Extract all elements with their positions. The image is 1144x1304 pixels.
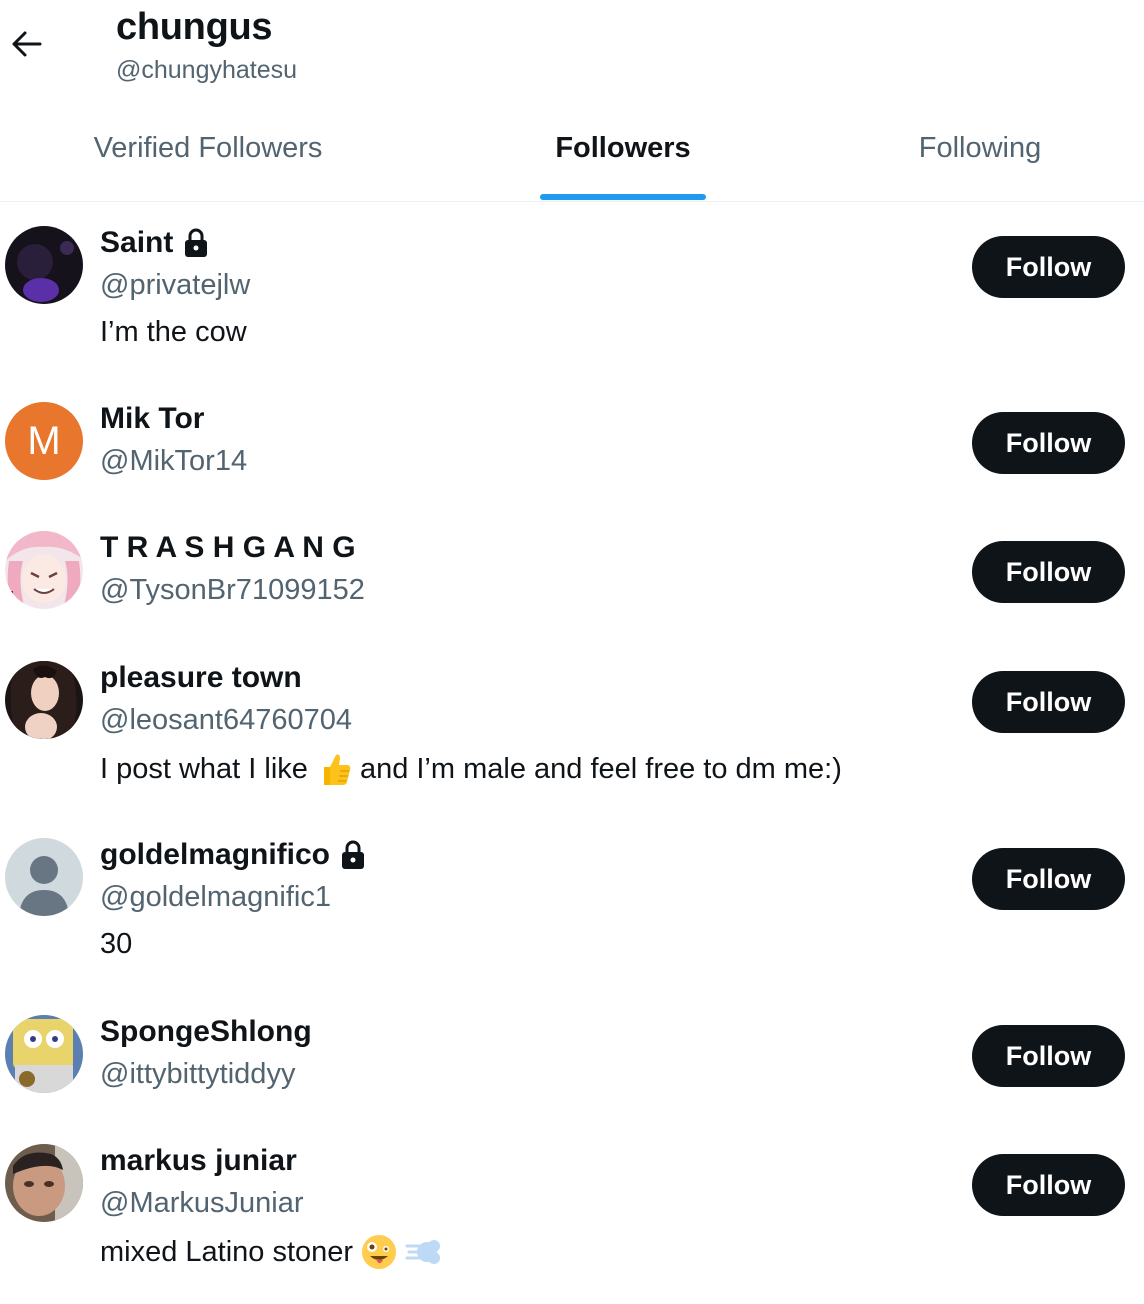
follower-name[interactable]: markus juniar <box>100 1144 297 1178</box>
follower-bio: I’m the cow <box>100 316 247 348</box>
active-tab-indicator <box>540 194 706 200</box>
tab-verified-followers[interactable]: Verified Followers <box>40 110 376 202</box>
follow-button[interactable]: Follow <box>972 1154 1125 1216</box>
follower-handle: @MikTor14 <box>100 445 248 477</box>
follower-handle: @TysonBr71099152 <box>100 574 365 606</box>
follow-button[interactable]: Follow <box>972 1025 1125 1087</box>
follower-name[interactable]: Saint <box>100 226 209 260</box>
follower-handle: @leosant64760704 <box>100 704 352 736</box>
follower-row[interactable]: M Mik Tor @MikTor14 Follow <box>0 402 1144 512</box>
avatar-letter: M <box>27 418 61 463</box>
follower-handle: @privatejlw <box>100 269 251 301</box>
follower-handle: @goldelmagnific1 <box>100 881 331 913</box>
follower-bio: mixed Latino stoner <box>100 1234 449 1270</box>
lock-icon <box>342 840 365 869</box>
follow-button[interactable]: Follow <box>972 541 1125 603</box>
follow-button[interactable]: Follow <box>972 236 1125 298</box>
tab-followers[interactable]: Followers <box>540 110 706 202</box>
follower-row[interactable]: pleasure town @leosant64760704 I post wh… <box>0 661 1144 811</box>
follower-name[interactable]: Mik Tor <box>100 402 204 436</box>
follower-row[interactable]: goldelmagnifico @goldelmagnific1 30 Foll… <box>0 838 1144 988</box>
follow-button[interactable]: Follow <box>972 671 1125 733</box>
tab-following[interactable]: Following <box>884 110 1076 202</box>
follower-row[interactable]: markus juniar @MarkusJuniar mixed Latino… <box>0 1144 1144 1294</box>
follower-name[interactable]: SpongeShlong <box>100 1015 312 1049</box>
avatar[interactable] <box>5 1144 83 1222</box>
avatar[interactable] <box>5 661 83 739</box>
follower-row[interactable]: T R A S H G A N G @TysonBr71099152 Follo… <box>0 531 1144 641</box>
follower-name[interactable]: pleasure town <box>100 661 302 695</box>
follower-bio: I post what I like and I’m male and feel… <box>100 751 842 787</box>
follower-row[interactable]: Saint @privatejlw I’m the cow Follow <box>0 226 1144 376</box>
follower-name[interactable]: goldelmagnifico <box>100 838 366 872</box>
avatar[interactable] <box>5 1015 83 1093</box>
follow-button[interactable]: Follow <box>972 412 1125 474</box>
avatar[interactable] <box>5 531 83 609</box>
lock-icon <box>185 228 208 257</box>
tab-bar: Verified Followers Followers Following <box>0 110 1144 202</box>
page-header: chungus @chungyhatesu <box>0 0 1144 110</box>
dashing-away-emoji-icon <box>405 1240 441 1264</box>
avatar[interactable]: M <box>5 402 83 480</box>
follower-handle: @MarkusJuniar <box>100 1187 304 1219</box>
page-title: chungus <box>116 6 273 48</box>
page-handle: @chungyhatesu <box>116 56 298 84</box>
back-arrow-icon[interactable] <box>6 24 46 64</box>
avatar[interactable] <box>5 838 83 916</box>
thumbs-up-emoji-icon <box>323 754 351 785</box>
zany-face-emoji-icon <box>362 1235 397 1269</box>
follow-button[interactable]: Follow <box>972 848 1125 910</box>
follower-handle: @ittybittytiddyy <box>100 1058 296 1090</box>
follower-name[interactable]: T R A S H G A N G <box>100 531 356 565</box>
follower-row[interactable]: SpongeShlong @ittybittytiddyy Follow <box>0 1015 1144 1125</box>
tab-followers-label: Followers <box>555 132 691 164</box>
follower-bio: 30 <box>100 928 133 960</box>
avatar[interactable] <box>5 226 83 304</box>
